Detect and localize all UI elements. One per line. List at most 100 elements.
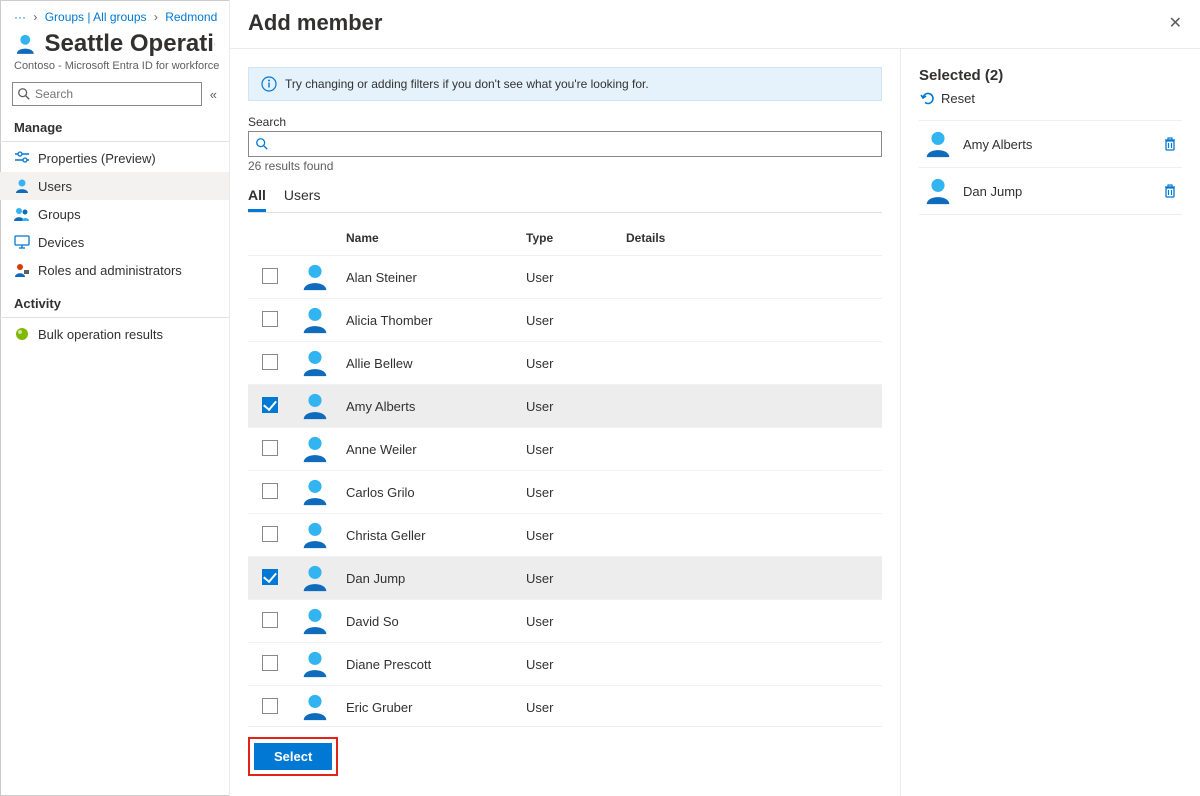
person-icon <box>300 434 330 464</box>
row-name: Christa Geller <box>338 514 518 557</box>
sidebar-item-label: Roles and administrators <box>38 263 182 278</box>
table-row[interactable]: Diane PrescottUser <box>248 643 882 686</box>
section-manage: Manage <box>0 116 229 137</box>
table-row[interactable]: Eric GruberUser <box>248 686 882 727</box>
row-checkbox[interactable] <box>262 612 278 628</box>
selected-heading: Selected (2) <box>919 67 1182 84</box>
result-tabs: All Users <box>248 187 882 213</box>
column-type: Type <box>518 223 618 256</box>
table-row[interactable]: Alicia ThomberUser <box>248 299 882 342</box>
table-row[interactable]: David SoUser <box>248 600 882 643</box>
results-table: Name Type Details Alan SteinerUserAlicia… <box>248 223 882 726</box>
sidebar-item-label: Devices <box>38 235 84 250</box>
row-name: Diane Prescott <box>338 643 518 686</box>
sidebar-item-label: Properties (Preview) <box>38 151 156 166</box>
monitor-icon <box>14 234 30 250</box>
selected-name: Dan Jump <box>963 184 1162 199</box>
people-icon <box>14 206 30 222</box>
sidebar-item-devices[interactable]: Devices <box>0 228 229 256</box>
sidebar-item-label: Bulk operation results <box>38 327 163 342</box>
page-subtitle: Contoso - Microsoft Entra ID for workfor… <box>0 60 229 82</box>
row-type: User <box>518 643 618 686</box>
row-checkbox[interactable] <box>262 526 278 542</box>
add-member-blade: Add member ✕ Try changing or adding filt… <box>230 0 1200 796</box>
row-checkbox[interactable] <box>262 354 278 370</box>
row-name: David So <box>338 600 518 643</box>
sidebar-item-bulk[interactable]: Bulk operation results <box>0 320 229 348</box>
row-type: User <box>518 557 618 600</box>
table-row[interactable]: Amy AlbertsUser <box>248 385 882 428</box>
results-scroll[interactable]: Name Type Details Alan SteinerUserAlicia… <box>248 223 882 726</box>
section-activity: Activity <box>0 292 229 313</box>
sidebar-item-label: Groups <box>38 207 81 222</box>
table-row[interactable]: Carlos GriloUser <box>248 471 882 514</box>
person-icon <box>300 477 330 507</box>
search-label: Search <box>248 115 882 129</box>
info-icon <box>261 76 277 92</box>
selected-item: Dan Jump <box>919 167 1182 215</box>
table-row[interactable]: Anne WeilerUser <box>248 428 882 471</box>
sidebar-item-users[interactable]: Users <box>0 172 229 200</box>
row-checkbox[interactable] <box>262 698 278 714</box>
blade-title: Add member <box>248 10 382 36</box>
person-icon <box>300 262 330 292</box>
trash-icon[interactable] <box>1162 183 1178 199</box>
row-type: User <box>518 299 618 342</box>
column-details: Details <box>618 223 882 256</box>
person-icon <box>300 348 330 378</box>
table-row[interactable]: Dan JumpUser <box>248 557 882 600</box>
select-button-highlight: Select <box>248 737 338 776</box>
breadcrumb: ··· › Groups | All groups › Redmond <box>0 8 229 28</box>
breadcrumb-ellipsis[interactable]: ··· <box>14 10 26 24</box>
person-icon <box>14 178 30 194</box>
row-checkbox[interactable] <box>262 268 278 284</box>
row-name: Amy Alberts <box>338 385 518 428</box>
row-type: User <box>518 342 618 385</box>
sidebar-search[interactable] <box>12 82 202 106</box>
table-row[interactable]: Alan SteinerUser <box>248 256 882 299</box>
person-icon <box>300 520 330 550</box>
person-icon <box>300 305 330 335</box>
sliders-icon <box>14 150 30 166</box>
row-checkbox[interactable] <box>262 311 278 327</box>
select-button[interactable]: Select <box>254 743 332 770</box>
search-icon <box>255 137 269 151</box>
orb-icon <box>14 326 30 342</box>
reset-button[interactable]: Reset <box>919 90 1182 106</box>
row-checkbox[interactable] <box>262 655 278 671</box>
table-row[interactable]: Christa GellerUser <box>248 514 882 557</box>
sidebar-search-input[interactable] <box>35 87 197 101</box>
page-title: Seattle Operations <box>45 30 215 58</box>
sidebar-item-properties[interactable]: Properties (Preview) <box>0 144 229 172</box>
info-bar: Try changing or adding filters if you do… <box>248 67 882 101</box>
row-checkbox[interactable] <box>262 397 278 413</box>
row-name: Anne Weiler <box>338 428 518 471</box>
collapse-sidebar-icon[interactable]: « <box>210 87 217 102</box>
row-checkbox[interactable] <box>262 483 278 499</box>
sidebar-item-groups[interactable]: Groups <box>0 200 229 228</box>
member-search[interactable] <box>248 131 882 157</box>
member-search-input[interactable] <box>273 137 875 151</box>
person-icon <box>300 692 330 722</box>
person-icon <box>300 563 330 593</box>
sidebar-item-roles[interactable]: Roles and administrators <box>0 256 229 284</box>
breadcrumb-path2[interactable]: Redmond <box>165 10 217 24</box>
trash-icon[interactable] <box>1162 136 1178 152</box>
tab-users[interactable]: Users <box>284 187 321 212</box>
row-type: User <box>518 686 618 727</box>
table-row[interactable]: Allie BellewUser <box>248 342 882 385</box>
row-checkbox[interactable] <box>262 569 278 585</box>
close-icon[interactable]: ✕ <box>1169 13 1182 33</box>
admin-icon <box>14 262 30 278</box>
breadcrumb-groups[interactable]: Groups | All groups <box>45 10 147 24</box>
selected-name: Amy Alberts <box>963 137 1162 152</box>
tab-all[interactable]: All <box>248 187 266 212</box>
person-icon <box>300 606 330 636</box>
row-type: User <box>518 471 618 514</box>
person-icon <box>300 391 330 421</box>
row-checkbox[interactable] <box>262 440 278 456</box>
person-icon <box>300 649 330 679</box>
row-type: User <box>518 428 618 471</box>
reset-label: Reset <box>941 91 975 106</box>
row-name: Allie Bellew <box>338 342 518 385</box>
